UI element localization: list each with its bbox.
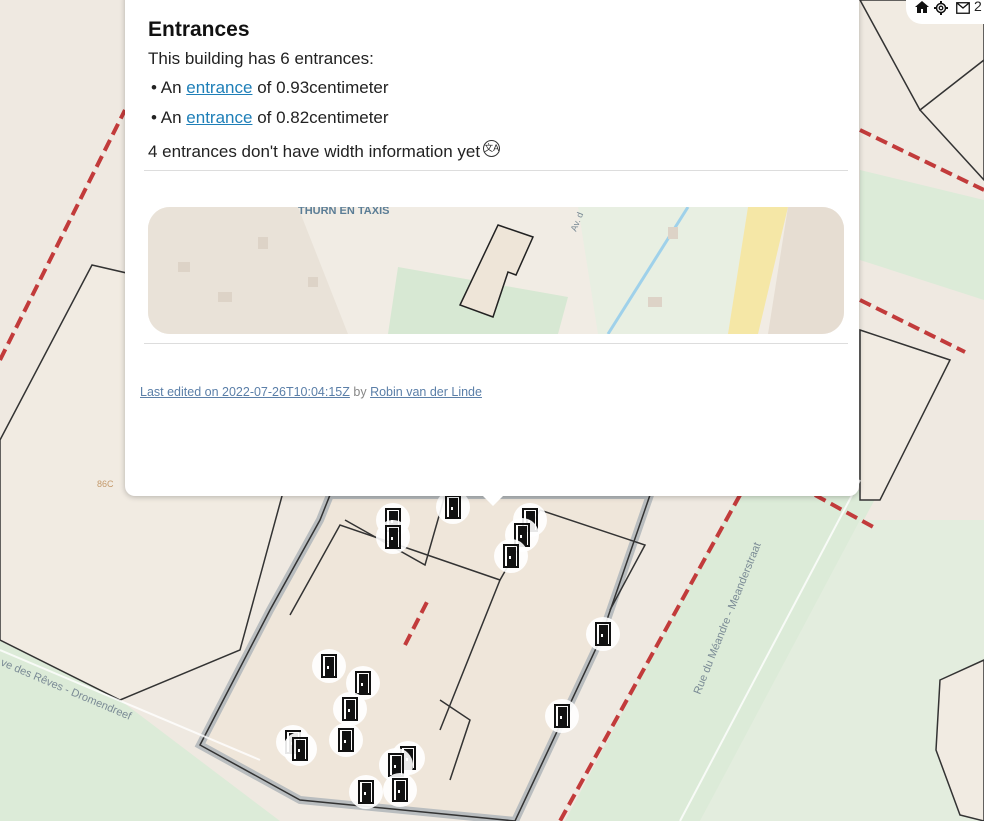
entrance-item: • An entrance of 0.93centimeter [151,78,389,97]
entrance-link[interactable]: entrance [186,108,252,127]
entrance-marker-icon[interactable] [586,617,620,651]
entrance-marker-icon[interactable] [494,539,528,573]
editor-link[interactable]: Robin van der Linde [370,385,482,399]
entrance-link[interactable]: entrance [186,78,252,97]
last-edited-link[interactable]: Last edited on 2022-07-26T10:04:15Z [140,385,350,399]
divider [144,170,848,171]
house-number-label: 86C [97,479,114,489]
entrance-marker-icon[interactable] [545,699,579,733]
minimap[interactable]: THURN EN TAXIS Av. d [148,207,844,334]
entrance-marker-icon[interactable] [376,520,410,554]
translate-icon[interactable]: 文A [483,140,501,157]
popup-pointer [481,494,505,506]
no-width-info: 4 entrances don't have width information… [148,140,501,161]
gear-icon[interactable] [934,1,948,15]
entrance-marker-icon[interactable] [349,775,383,809]
message-count[interactable]: 2 [974,0,982,16]
last-edited: Last edited on 2022-07-26T10:04:15Z by R… [140,385,482,399]
entrance-marker-icon[interactable] [283,732,317,766]
divider [144,343,848,344]
entrance-marker-icon[interactable] [333,692,367,726]
entrance-marker-icon[interactable] [329,723,363,757]
mail-icon[interactable] [956,2,970,14]
entrance-summary: This building has 6 entrances: [148,49,374,68]
entrance-item: • An entrance of 0.82centimeter [151,108,389,127]
entrance-marker-icon[interactable] [312,649,346,683]
popup-title: Entrances [148,18,250,41]
home-icon[interactable] [914,0,930,14]
entrances-popup: Entrances This building has 6 entrances:… [125,0,859,496]
entrance-marker-icon[interactable] [383,773,417,807]
user-controls: 2 [906,0,984,24]
minimap-label: THURN EN TAXIS [298,207,389,217]
